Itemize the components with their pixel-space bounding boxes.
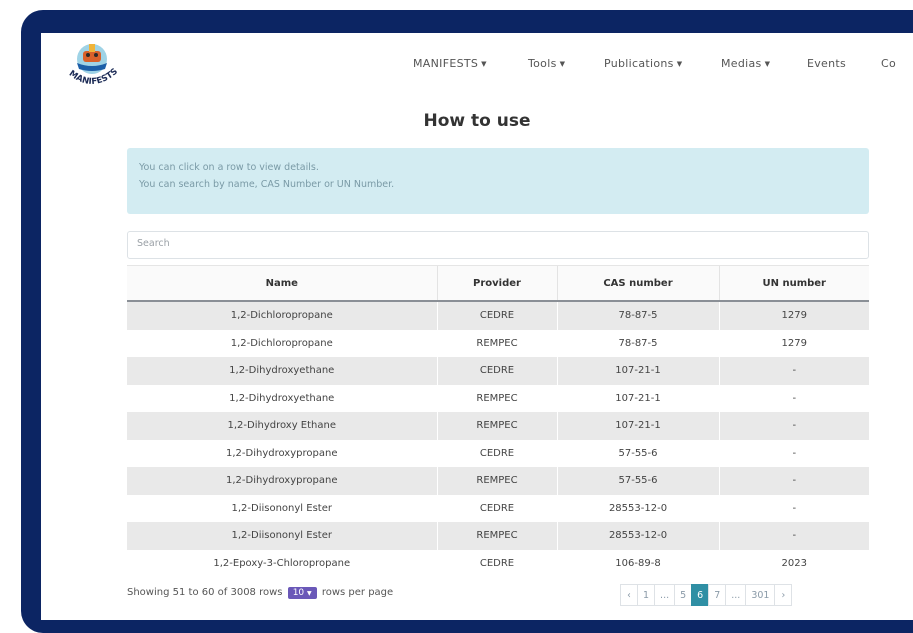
info-alert: You can click on a row to view details. … bbox=[127, 148, 869, 214]
logo-graphic: MANIFESTS bbox=[67, 44, 120, 87]
cell-provider: REMPEC bbox=[436, 522, 557, 550]
cell-name: 1,2-Epoxy-3-Chloropropane bbox=[127, 549, 437, 577]
page-button-1[interactable]: 1 bbox=[637, 584, 656, 606]
page-next-button[interactable]: › bbox=[774, 584, 793, 606]
cell-un: 2023 bbox=[718, 549, 869, 577]
cell-un: - bbox=[718, 522, 869, 550]
cell-cas: 78-87-5 bbox=[556, 329, 719, 357]
cell-provider: REMPEC bbox=[436, 329, 557, 357]
table-row[interactable]: 1,2-Dihydroxypropane CEDRE 57-55-6 - bbox=[127, 439, 869, 467]
table-row[interactable]: 1,2-Diisononyl Ester CEDRE 28553-12-0 - bbox=[127, 494, 869, 522]
info-line: You can click on a row to view details. bbox=[139, 162, 319, 173]
page-button-7[interactable]: 7 bbox=[708, 584, 727, 606]
table-row[interactable]: 1,2-Epoxy-3-Chloropropane CEDRE 106-89-8… bbox=[127, 549, 869, 577]
cell-un: - bbox=[718, 467, 869, 495]
caret-down-icon: ▼ bbox=[764, 60, 771, 68]
nav-events-link[interactable]: Events bbox=[807, 57, 846, 70]
caret-down-icon: ▼ bbox=[676, 60, 683, 68]
caret-down-icon: ▼ bbox=[307, 590, 312, 597]
cell-cas: 57-55-6 bbox=[556, 467, 719, 495]
nav-medias-menu[interactable]: Medias ▼ bbox=[721, 57, 770, 70]
cell-provider: REMPEC bbox=[436, 467, 557, 495]
cell-cas: 107-21-1 bbox=[556, 384, 719, 412]
page-ellipsis: ... bbox=[725, 584, 747, 606]
cell-cas: 106-89-8 bbox=[556, 549, 719, 577]
cell-cas: 78-87-5 bbox=[556, 301, 719, 330]
page-prev-button[interactable]: ‹ bbox=[620, 584, 638, 606]
table-row[interactable]: 1,2-Dihydroxypropane REMPEC 57-55-6 - bbox=[127, 467, 869, 495]
table-row[interactable]: 1,2-Dihydroxyethane CEDRE 107-21-1 - bbox=[127, 357, 869, 385]
nav-label: Publications bbox=[604, 57, 674, 70]
cell-provider: CEDRE bbox=[436, 494, 557, 522]
page-button-5[interactable]: 5 bbox=[674, 584, 693, 606]
cell-name: 1,2-Dihydroxyethane bbox=[127, 357, 437, 385]
info-line: You can search by name, CAS Number or UN… bbox=[139, 179, 395, 190]
caret-down-icon: ▼ bbox=[481, 60, 487, 68]
table-row[interactable]: 1,2-Diisononyl Ester REMPEC 28553-12-0 - bbox=[127, 522, 869, 550]
cell-cas: 57-55-6 bbox=[556, 439, 719, 467]
cell-un: - bbox=[718, 439, 869, 467]
cell-provider: REMPEC bbox=[436, 412, 557, 440]
cell-provider: CEDRE bbox=[436, 439, 557, 467]
cell-provider: REMPEC bbox=[436, 384, 557, 412]
cell-name: 1,2-Diisononyl Ester bbox=[127, 494, 437, 522]
search-placeholder: Search bbox=[137, 238, 170, 249]
nav-tools-menu[interactable]: Tools ▼ bbox=[528, 57, 565, 70]
search-input[interactable]: Search bbox=[127, 231, 869, 259]
nav-manifests-menu[interactable]: MANIFESTS ▼ bbox=[413, 57, 487, 70]
table-row[interactable]: 1,2-Dihydroxyethane REMPEC 107-21-1 - bbox=[127, 384, 869, 412]
rows-per-page-label: rows per page bbox=[321, 587, 394, 598]
page-button-301[interactable]: 301 bbox=[745, 584, 776, 606]
page-title: How to use bbox=[423, 111, 531, 131]
cell-un: - bbox=[718, 494, 869, 522]
cell-name: 1,2-Dichloropropane bbox=[127, 329, 437, 357]
cell-un: - bbox=[718, 357, 869, 385]
manifests-logo[interactable]: MANIFESTS bbox=[59, 39, 125, 89]
cell-name: 1,2-Diisononyl Ester bbox=[127, 522, 437, 550]
cell-name: 1,2-Dichloropropane bbox=[127, 301, 437, 330]
column-header-name[interactable]: Name bbox=[127, 265, 437, 302]
nav-publications-menu[interactable]: Publications ▼ bbox=[604, 57, 682, 70]
nav-label: Medias bbox=[721, 57, 762, 70]
nav-label: Tools bbox=[528, 57, 557, 70]
pagination: ‹ 1 ... 5 6 7 ... 301 › bbox=[620, 584, 793, 606]
substances-table: Name Provider CAS number UN number 1,2-D… bbox=[127, 265, 869, 577]
page-button-6-active[interactable]: 6 bbox=[691, 584, 710, 606]
pagination-info: Showing 51 to 60 of 3008 rows 10 ▼ rows … bbox=[127, 587, 393, 599]
table-header-row: Name Provider CAS number UN number bbox=[127, 265, 869, 302]
navbar: MANIFESTS MANIFESTS ▼ Tools ▼ Publications… bbox=[41, 33, 913, 95]
showing-rows-text: Showing 51 to 60 of 3008 rows bbox=[127, 587, 283, 598]
cell-name: 1,2-Dihydroxyethane bbox=[127, 384, 437, 412]
cell-provider: CEDRE bbox=[436, 357, 557, 385]
cell-name: 1,2-Dihydroxy Ethane bbox=[127, 412, 437, 440]
cell-cas: 28553-12-0 bbox=[556, 522, 719, 550]
page-ellipsis: ... bbox=[654, 584, 676, 606]
caret-down-icon: ▼ bbox=[559, 60, 566, 68]
cell-name: 1,2-Dihydroxypropane bbox=[127, 467, 437, 495]
column-header-provider[interactable]: Provider bbox=[436, 265, 557, 302]
table-row[interactable]: 1,2-Dichloropropane CEDRE 78-87-5 1279 bbox=[127, 301, 869, 330]
nav-label: Co bbox=[881, 57, 897, 70]
table-row[interactable]: 1,2-Dichloropropane REMPEC 78-87-5 1279 bbox=[127, 329, 869, 357]
cell-un: - bbox=[718, 384, 869, 412]
cell-un: - bbox=[718, 412, 869, 440]
cell-name: 1,2-Dihydroxypropane bbox=[127, 439, 437, 467]
cell-cas: 28553-12-0 bbox=[556, 494, 719, 522]
cell-provider: CEDRE bbox=[436, 301, 557, 330]
table-row[interactable]: 1,2-Dihydroxy Ethane REMPEC 107-21-1 - bbox=[127, 412, 869, 440]
nav-label: Events bbox=[807, 57, 847, 70]
column-header-cas[interactable]: CAS number bbox=[556, 265, 719, 302]
cell-cas: 107-21-1 bbox=[556, 357, 719, 385]
cell-un: 1279 bbox=[718, 301, 869, 330]
cell-provider: CEDRE bbox=[436, 549, 557, 577]
nav-label: MANIFESTS bbox=[413, 57, 479, 70]
column-header-un[interactable]: UN number bbox=[718, 265, 869, 302]
cell-un: 1279 bbox=[718, 329, 869, 357]
rows-per-page-dropdown[interactable]: 10 ▼ bbox=[287, 587, 317, 599]
browser-viewport: MANIFESTS MANIFESTS ▼ Tools ▼ Publications… bbox=[41, 33, 913, 620]
cell-cas: 107-21-1 bbox=[556, 412, 719, 440]
rows-per-page-value: 10 bbox=[292, 588, 305, 598]
nav-contact-link[interactable]: Co bbox=[881, 57, 896, 70]
